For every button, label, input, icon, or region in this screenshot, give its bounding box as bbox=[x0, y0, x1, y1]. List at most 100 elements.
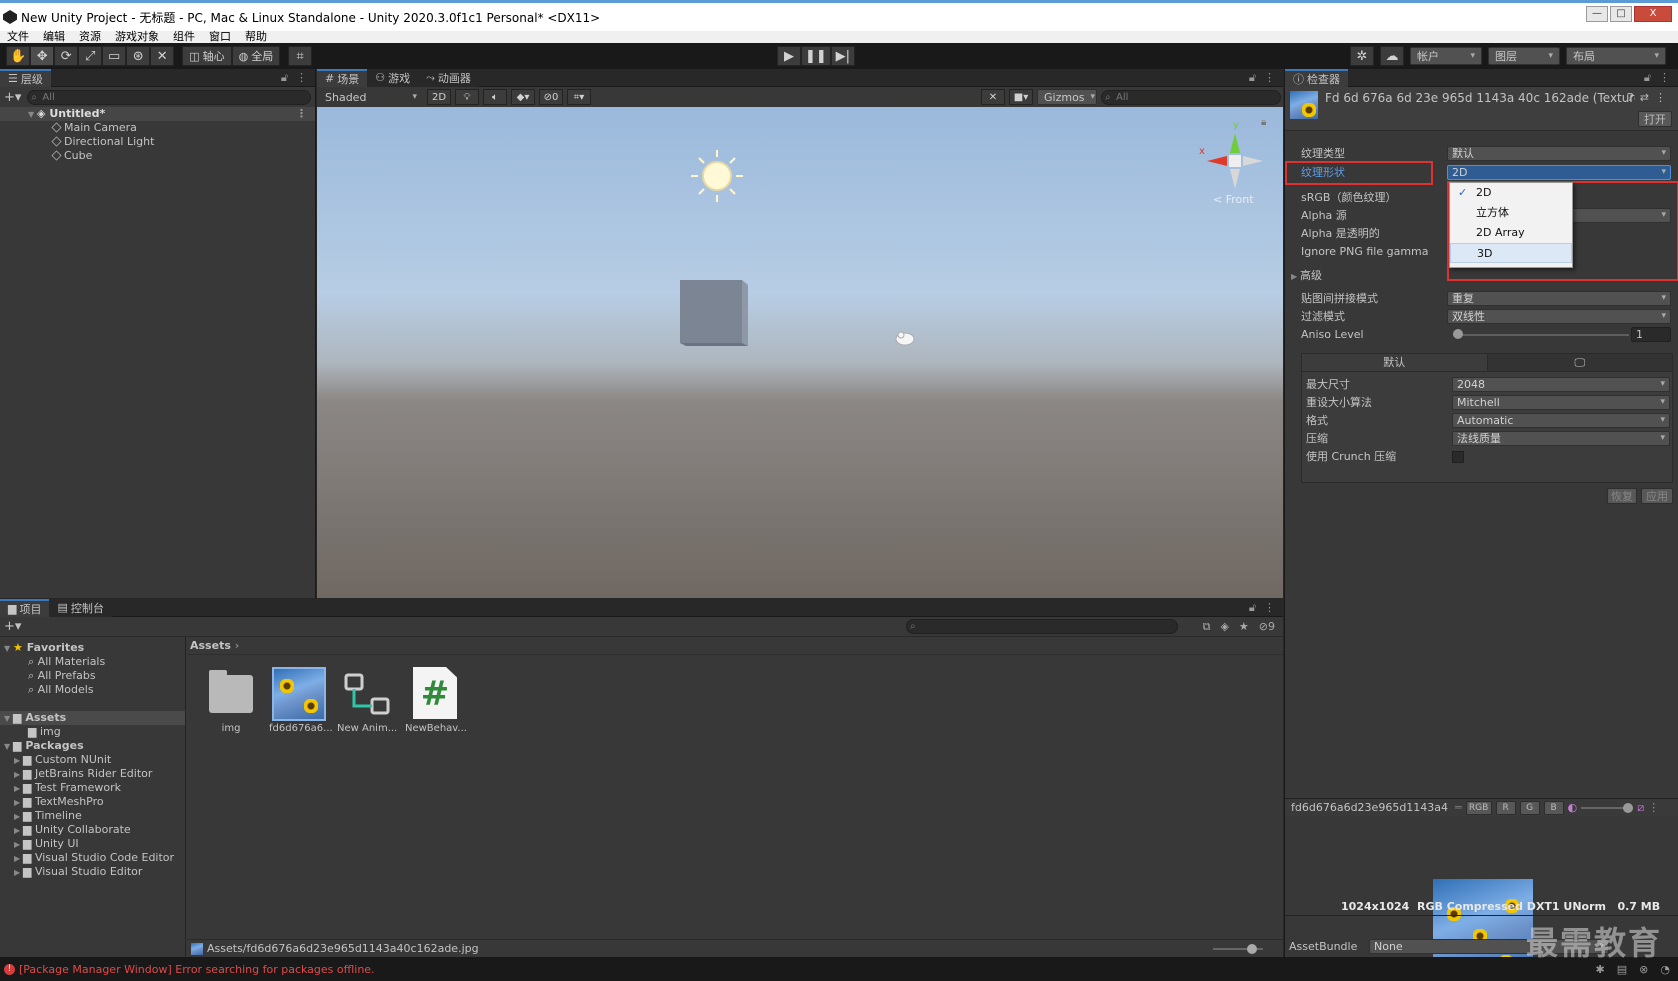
tools-icon[interactable]: ✕ bbox=[981, 89, 1005, 105]
hand-tool-icon[interactable]: ✋ bbox=[6, 46, 31, 66]
rect-tool-icon[interactable]: ▭ bbox=[102, 46, 127, 66]
pivot-toggle-button[interactable]: ◫ 轴心 bbox=[182, 46, 232, 66]
gizmo-lock-icon[interactable]: 🔒︎ bbox=[1261, 117, 1266, 128]
asset-item-animator[interactable]: New Anim... bbox=[337, 667, 397, 734]
transform-tool-icon[interactable]: ⊛ bbox=[126, 46, 151, 66]
tree-package-item[interactable]: ▶ ▆ Unity UI bbox=[0, 837, 185, 851]
crunch-compression-checkbox[interactable] bbox=[1452, 451, 1464, 463]
project-search-input[interactable]: ⌕ bbox=[906, 619, 1178, 634]
scene-viewport[interactable]: 🔒︎ y x < Front bbox=[317, 107, 1283, 598]
panel-menu-icon[interactable]: ⋮ bbox=[1264, 601, 1275, 614]
tab-inspector[interactable]: ⓘ 检查器 bbox=[1285, 68, 1348, 87]
resize-algorithm-dropdown[interactable]: Mitchell bbox=[1452, 395, 1670, 410]
lock-icon[interactable]: 🔓︎ bbox=[1249, 601, 1256, 615]
channel-r-button[interactable]: R bbox=[1495, 800, 1516, 815]
hierarchy-item-directional-light[interactable]: Directional Light bbox=[0, 135, 315, 149]
panel-menu-icon[interactable]: ⋮ bbox=[1659, 71, 1670, 84]
monitor-icon[interactable]: 🖵︎ bbox=[1487, 354, 1672, 371]
channel-b-button[interactable]: B bbox=[1543, 800, 1564, 815]
audio-icon[interactable]: 🔈︎ bbox=[483, 89, 507, 105]
global-toggle-button[interactable]: ◍ 全局 bbox=[231, 46, 281, 66]
apply-button[interactable]: 应用 bbox=[1641, 488, 1673, 504]
2d-toggle-button[interactable]: 2D bbox=[427, 89, 451, 105]
panel-menu-icon[interactable]: ⋮ bbox=[1264, 71, 1275, 84]
tree-package-item[interactable]: ▶ ▆ Unity Collaborate bbox=[0, 823, 185, 837]
wrap-mode-dropdown[interactable]: 重复 bbox=[1447, 291, 1671, 306]
menu-edit[interactable]: 编辑 bbox=[36, 31, 72, 43]
maximize-button[interactable]: □ bbox=[1610, 6, 1632, 22]
move-tool-icon[interactable]: ✥ bbox=[30, 46, 55, 66]
step-button[interactable]: ▶| bbox=[830, 46, 855, 66]
shape-option-cube[interactable]: 立方体 bbox=[1450, 203, 1572, 223]
play-button[interactable]: ▶ bbox=[777, 46, 801, 66]
tree-favorites[interactable]: ▼ ★ Favorites bbox=[0, 641, 185, 655]
add-icon[interactable]: +▾ bbox=[4, 90, 21, 105]
close-button[interactable]: X bbox=[1634, 6, 1672, 22]
scene-menu-icon[interactable]: ⋮ bbox=[296, 107, 307, 121]
layout-dropdown[interactable]: 布局 bbox=[1566, 47, 1666, 65]
expand-icon[interactable]: ▼ bbox=[28, 108, 37, 122]
cloud-icon[interactable]: ☁ bbox=[1380, 46, 1404, 66]
camera-icon[interactable]: ■▾ bbox=[1009, 89, 1033, 105]
tree-package-item[interactable]: ▶ ▆ TextMeshPro bbox=[0, 795, 185, 809]
tree-package-item[interactable]: ▶ ▆ Custom NUnit bbox=[0, 753, 185, 767]
tree-assets[interactable]: ▼ ▆ Assets bbox=[0, 711, 185, 725]
tree-packages[interactable]: ▼ ▆ Packages bbox=[0, 739, 185, 753]
gizmos-dropdown[interactable]: Gizmos bbox=[1037, 89, 1097, 105]
tree-asset-item[interactable]: ▆ img bbox=[0, 725, 185, 739]
favorite-icon[interactable]: ★ bbox=[1239, 620, 1249, 634]
rotate-tool-icon[interactable]: ⟳ bbox=[54, 46, 79, 66]
channel-rgb-button[interactable]: RGB bbox=[1465, 800, 1492, 815]
tab-hierarchy[interactable]: ☰ 层级 bbox=[0, 68, 51, 87]
aniso-slider-knob[interactable] bbox=[1453, 329, 1463, 339]
asset-item-script[interactable]: # NewBehav... bbox=[405, 667, 467, 734]
breadcrumb[interactable]: Assets › bbox=[187, 637, 1283, 655]
hidden-packages-toggle[interactable]: ⊘9 bbox=[1259, 620, 1275, 634]
tab-project[interactable]: ▆ 项目 bbox=[0, 598, 50, 617]
tab-animator[interactable]: ⤳ 动画器 bbox=[418, 68, 479, 87]
tab-game[interactable]: ⚇ 游戏 bbox=[367, 68, 419, 87]
alpha-icon[interactable]: ◐ bbox=[1568, 801, 1578, 814]
filter-mode-dropdown[interactable]: 双线性 bbox=[1447, 309, 1671, 324]
revert-button[interactable]: 恢复 bbox=[1607, 488, 1637, 504]
channel-g-button[interactable]: G bbox=[1519, 800, 1540, 815]
advanced-foldout[interactable]: ▶ 高级 bbox=[1291, 268, 1322, 284]
gizmo-view-label[interactable]: < Front bbox=[1213, 193, 1254, 206]
hierarchy-item-main-camera[interactable]: Main Camera bbox=[0, 121, 315, 135]
header-icons[interactable]: ❓︎⇄⋮ bbox=[1627, 91, 1672, 105]
shading-mode-dropdown[interactable]: Shaded bbox=[319, 88, 423, 106]
bug-icon[interactable]: ✱ bbox=[1596, 963, 1605, 976]
custom-tool-icon[interactable]: ✕ bbox=[150, 46, 175, 66]
collab-icon[interactable]: ✲ bbox=[1350, 46, 1374, 66]
open-button[interactable]: 打开 bbox=[1638, 111, 1672, 127]
aniso-slider-track[interactable] bbox=[1453, 334, 1629, 336]
texture-shape-dropdown[interactable]: 2D bbox=[1447, 165, 1671, 180]
notification-icon[interactable]: ◔ bbox=[1660, 963, 1670, 976]
grid-toggle-icon[interactable]: ⌗▾ bbox=[567, 89, 591, 105]
tree-package-item[interactable]: ▶ ▆ Test Framework bbox=[0, 781, 185, 795]
network-icon[interactable]: ⊗ bbox=[1639, 963, 1648, 976]
layers-dropdown[interactable]: 图层 bbox=[1488, 47, 1560, 65]
preset-icon[interactable]: ⇄ bbox=[1640, 91, 1655, 104]
settings-icon[interactable]: ⋮ bbox=[1655, 91, 1672, 104]
mip-slider[interactable] bbox=[1581, 802, 1634, 813]
panel-menu-icon[interactable]: ⋮ bbox=[296, 71, 307, 84]
shape-option-3d[interactable]: 3D bbox=[1450, 243, 1572, 263]
asset-item-img[interactable]: img bbox=[201, 667, 261, 734]
pause-button[interactable]: ❚❚ bbox=[801, 46, 831, 66]
grid-snap-icon[interactable]: ⌗ bbox=[288, 46, 313, 66]
progress-icon[interactable]: ▤ bbox=[1617, 963, 1627, 976]
orientation-gizmo[interactable] bbox=[1207, 133, 1263, 189]
format-dropdown[interactable]: Automatic bbox=[1452, 413, 1670, 428]
tree-package-item[interactable]: ▶ ▆ Timeline bbox=[0, 809, 185, 823]
asset-item-texture[interactable]: fd6d676a6... bbox=[269, 667, 333, 734]
hierarchy-search-input[interactable]: ⌕ All bbox=[27, 89, 311, 105]
scale-tool-icon[interactable]: ⤢ bbox=[78, 46, 103, 66]
lock-icon[interactable]: 🔓︎ bbox=[1644, 71, 1651, 85]
preview-menu-icon[interactable]: ⋮ bbox=[1648, 801, 1659, 814]
tab-platform-default[interactable]: 默认 bbox=[1302, 354, 1488, 371]
menu-file[interactable]: 文件 bbox=[0, 31, 36, 43]
menu-gameobject[interactable]: 游戏对象 bbox=[108, 31, 166, 43]
filter-type-icon[interactable]: ⧉ bbox=[1203, 620, 1211, 634]
menu-assets[interactable]: 资源 bbox=[72, 31, 108, 43]
